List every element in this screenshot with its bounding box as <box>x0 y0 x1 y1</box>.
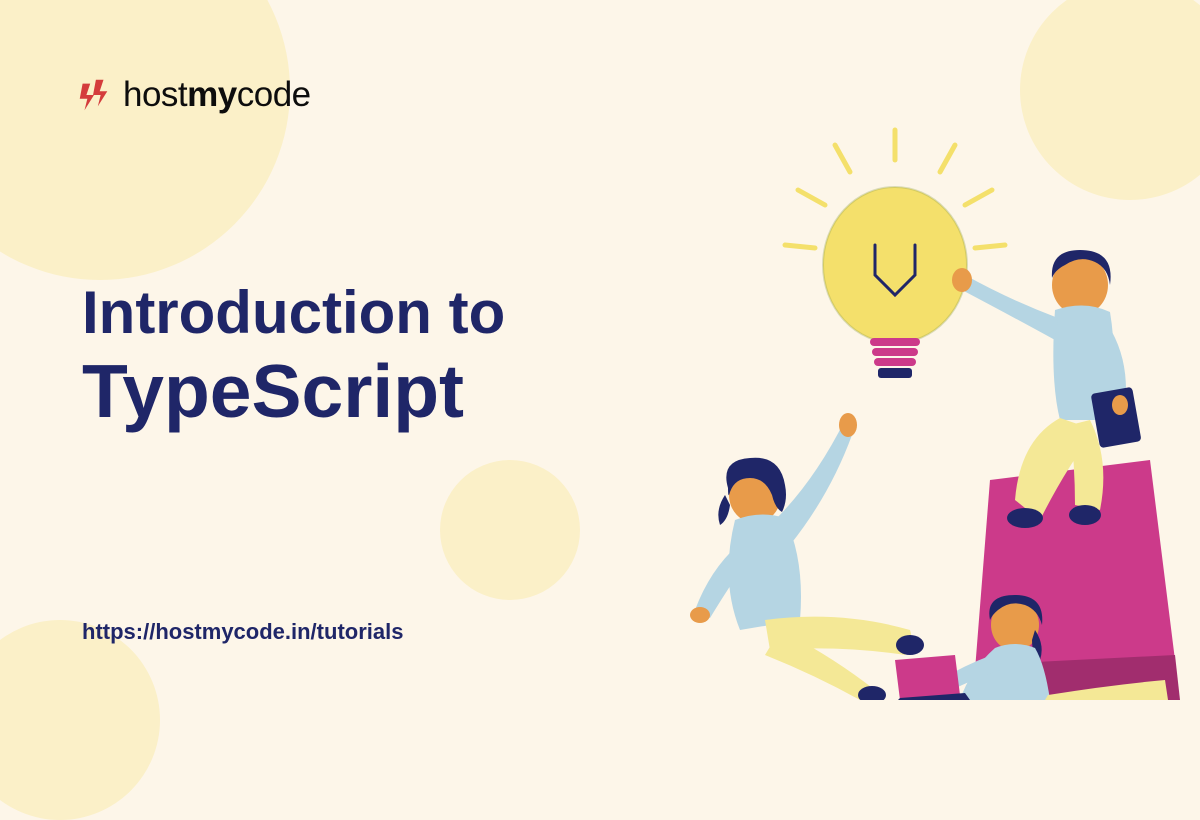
background-circle <box>440 460 580 600</box>
logo: hostmycode <box>75 75 311 115</box>
logo-text: hostmycode <box>123 75 311 115</box>
logo-icon <box>75 76 113 114</box>
background-circle <box>0 620 160 820</box>
heading-line2: TypeScript <box>82 350 505 433</box>
heading-line1: Introduction to <box>82 280 505 346</box>
page-heading: Introduction to TypeScript <box>82 280 505 433</box>
background-circle <box>0 0 290 280</box>
people-lightbulb-illustration <box>620 100 1180 700</box>
tutorial-url: https://hostmycode.in/tutorials <box>82 619 403 645</box>
